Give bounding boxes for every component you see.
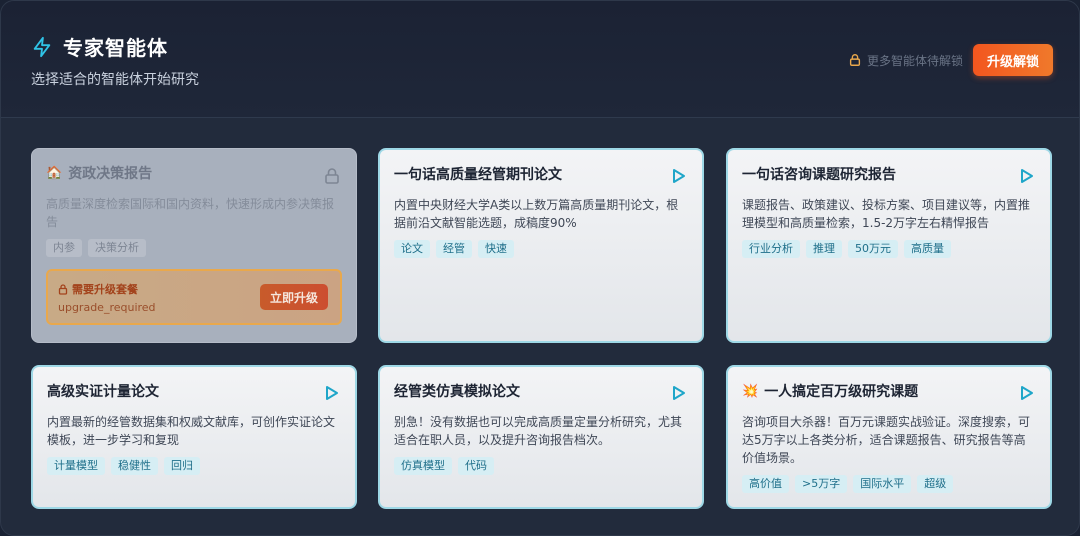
play-icon[interactable] xyxy=(1020,385,1034,401)
card-description: 内置中央财经大学A类以上数万篇高质量期刊论文，根据前沿文献智能选题，成稿度90% xyxy=(394,198,679,230)
tag: 论文 xyxy=(394,240,430,258)
tag: 行业分析 xyxy=(742,240,800,258)
card-description: 课题报告、政策建议、投标方案、项目建议等，内置推理模型和高质量检索，1.5-2万… xyxy=(742,198,1031,230)
card-title: 经管类仿真模拟论文 xyxy=(394,384,520,400)
tag: 仿真模型 xyxy=(394,457,452,475)
tag: 决策分析 xyxy=(88,239,146,257)
play-icon[interactable] xyxy=(325,385,339,401)
card-title-text: 一人搞定百万级研究课题 xyxy=(764,384,919,400)
panel-header: 专家智能体 选择适合的智能体开始研究 更多智能体待解锁 升级解锁 xyxy=(1,1,1079,118)
upgrade-code: upgrade_required xyxy=(58,301,156,314)
explosion-icon: 💥 xyxy=(742,383,759,399)
locked-agents-note: 更多智能体待解锁 xyxy=(848,52,963,69)
tag: 50万元 xyxy=(848,240,898,258)
card-description: 内置最新的经管数据集和权威文献库，可创作实证论文模板，进一步学习和复现 xyxy=(47,415,336,447)
card-description: 高质量深度检索国际和国内资料，快速形成内参决策报告 xyxy=(46,197,335,229)
tag: 超级 xyxy=(917,475,954,493)
card-description: 咨询项目大杀器！百万元课题实战验证。深度搜索，可达5万字以上各类分析，适合课题报… xyxy=(742,415,1031,465)
play-icon[interactable] xyxy=(672,168,686,184)
agent-card-simulation-paper[interactable]: 经管类仿真模拟论文 别急！没有数据也可以完成高质量定量分析研究，尤其适合在职人员… xyxy=(378,365,704,509)
card-tags: 高价值 >5万字 国际水平 超级 xyxy=(742,475,1036,493)
tag: 高质量 xyxy=(904,240,951,258)
card-tags: 行业分析 推理 50万元 高质量 xyxy=(742,240,1036,258)
card-title-text: 资政决策报告 xyxy=(68,166,153,182)
play-icon[interactable] xyxy=(1020,168,1034,184)
house-icon: 🏠 xyxy=(46,165,63,181)
tag: 经管 xyxy=(436,240,472,258)
card-title: 一句话高质量经管期刊论文 xyxy=(394,167,562,183)
agent-card-consulting-report[interactable]: 一句话咨询课题研究报告 课题报告、政策建议、投标方案、项目建议等，内置推理模型和… xyxy=(726,148,1052,343)
card-title: 高级实证计量论文 xyxy=(47,384,159,400)
expert-agents-panel: 专家智能体 选择适合的智能体开始研究 更多智能体待解锁 升级解锁 🏠 资政决策报… xyxy=(0,0,1080,536)
card-tags: 计量模型 稳健性 回归 xyxy=(47,457,341,475)
tag: 内参 xyxy=(46,239,82,257)
agent-card-million-project[interactable]: 💥 一人搞定百万级研究课题 咨询项目大杀器！百万元课题实战验证。深度搜索，可达5… xyxy=(726,365,1052,509)
page-subtitle: 选择适合的智能体开始研究 xyxy=(31,72,199,88)
tag: 代码 xyxy=(458,457,494,475)
locked-agents-text: 更多智能体待解锁 xyxy=(866,53,963,68)
lock-icon xyxy=(325,168,339,184)
card-tags: 仿真模型 代码 xyxy=(394,457,688,475)
lightning-icon xyxy=(33,36,51,57)
play-icon[interactable] xyxy=(672,385,686,401)
tag: 高价值 xyxy=(742,475,789,493)
upgrade-unlock-button[interactable]: 升级解锁 xyxy=(972,44,1053,76)
tag: 快速 xyxy=(478,240,514,258)
upgrade-required-label: 需要升级套餐 xyxy=(58,281,138,297)
card-tags: 内参 决策分析 xyxy=(46,239,342,257)
lock-icon xyxy=(58,283,68,295)
need-upgrade-text: 需要升级套餐 xyxy=(72,283,138,296)
tag: 推理 xyxy=(806,240,842,258)
tag: 回归 xyxy=(164,457,200,475)
upgrade-required-box: 需要升级套餐 upgrade_required 立即升级 xyxy=(46,269,342,325)
agent-card-journal-paper[interactable]: 一句话高质量经管期刊论文 内置中央财经大学A类以上数万篇高质量期刊论文，根据前沿… xyxy=(378,148,704,343)
lock-icon xyxy=(849,54,861,66)
upgrade-now-button[interactable]: 立即升级 xyxy=(259,284,328,310)
header-actions: 更多智能体待解锁 升级解锁 xyxy=(848,44,1053,76)
card-tags: 论文 经管 快速 xyxy=(394,240,688,258)
tag: >5万字 xyxy=(795,475,848,493)
agent-card-policy-report[interactable]: 🏠 资政决策报告 高质量深度检索国际和国内资料，快速形成内参决策报告 内参 决策… xyxy=(31,148,357,343)
card-title: 一句话咨询课题研究报告 xyxy=(742,167,896,183)
card-title: 🏠 资政决策报告 xyxy=(46,163,342,183)
card-description: 别急！没有数据也可以完成高质量定量分析研究，尤其适合在职人员，以及提升咨询报告档… xyxy=(394,415,683,447)
card-title: 💥 一人搞定百万级研究课题 xyxy=(742,381,1036,401)
tag: 国际水平 xyxy=(853,475,912,493)
tag: 稳健性 xyxy=(111,457,158,475)
title-row: 专家智能体 xyxy=(31,32,168,61)
agent-card-empirical-paper[interactable]: 高级实证计量论文 内置最新的经管数据集和权威文献库，可创作实证论文模板，进一步学… xyxy=(31,365,357,509)
tag: 计量模型 xyxy=(47,457,105,475)
page-title: 专家智能体 xyxy=(63,36,168,60)
